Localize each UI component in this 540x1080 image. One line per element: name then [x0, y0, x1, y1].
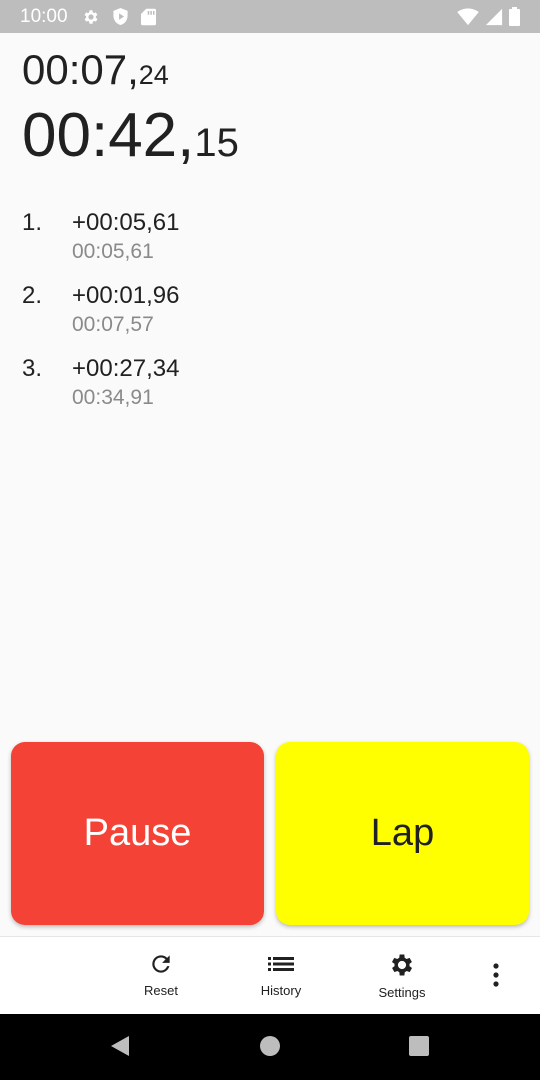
lap-total: 00:05,61 [72, 240, 154, 263]
gear-icon [388, 951, 416, 979]
lap-button[interactable]: Lap [276, 742, 529, 925]
list-icon [267, 951, 295, 977]
settings-button[interactable]: Settings [352, 951, 452, 1000]
lap-number: 2. [22, 282, 43, 309]
shield-icon [112, 7, 129, 26]
lap-list: 1. +00:05,61 00:05,61 2. +00:01,96 00:07… [22, 206, 522, 425]
lap-number: 3. [22, 355, 43, 382]
history-button[interactable]: History [231, 951, 331, 998]
status-left-icons [82, 7, 156, 26]
current-lap-time-hundredths: 24 [138, 60, 169, 90]
total-time: 00:42,15 [22, 99, 239, 180]
status-right-icons [457, 7, 520, 26]
lap-diff: +00:05,61 [72, 209, 180, 236]
recents-icon[interactable] [408, 1034, 430, 1063]
lap-row: 1. +00:05,61 00:05,61 [22, 206, 522, 279]
wifi-icon [457, 7, 479, 26]
lap-total: 00:07,57 [72, 313, 154, 336]
history-label: History [260, 983, 302, 998]
pause-button[interactable]: Pause [11, 742, 264, 925]
status-time: 10:00 [20, 5, 68, 27]
lap-number: 1. [22, 209, 43, 236]
current-lap-time: 00:07,24 [22, 44, 239, 101]
back-icon[interactable] [108, 1034, 132, 1063]
battery-icon [509, 7, 520, 26]
reset-button[interactable]: Reset [111, 951, 211, 998]
status-bar: 10:00 [0, 0, 540, 33]
lap-row: 3. +00:27,34 00:34,91 [22, 352, 522, 425]
current-lap-time-main: 00:07, [22, 46, 139, 93]
refresh-icon [148, 951, 174, 977]
home-icon[interactable] [259, 1034, 281, 1063]
reset-label: Reset [144, 983, 178, 998]
more-options-button[interactable] [484, 963, 508, 987]
sd-card-icon [140, 8, 156, 26]
lap-total: 00:34,91 [72, 386, 154, 409]
lap-diff: +00:01,96 [72, 282, 180, 309]
total-time-hundredths: 15 [194, 121, 239, 165]
timer-display: 00:07,24 00:42,15 [22, 44, 239, 180]
gear-icon [82, 8, 100, 26]
lap-diff: +00:27,34 [72, 355, 180, 382]
settings-label: Settings [378, 985, 426, 1000]
more-vert-icon [492, 963, 500, 987]
bottom-toolbar: Reset History Settings [0, 936, 540, 1014]
system-navigation-bar [0, 1014, 540, 1080]
total-time-main: 00:42, [22, 101, 195, 170]
signal-icon [485, 8, 503, 26]
lap-row: 2. +00:01,96 00:07,57 [22, 279, 522, 352]
